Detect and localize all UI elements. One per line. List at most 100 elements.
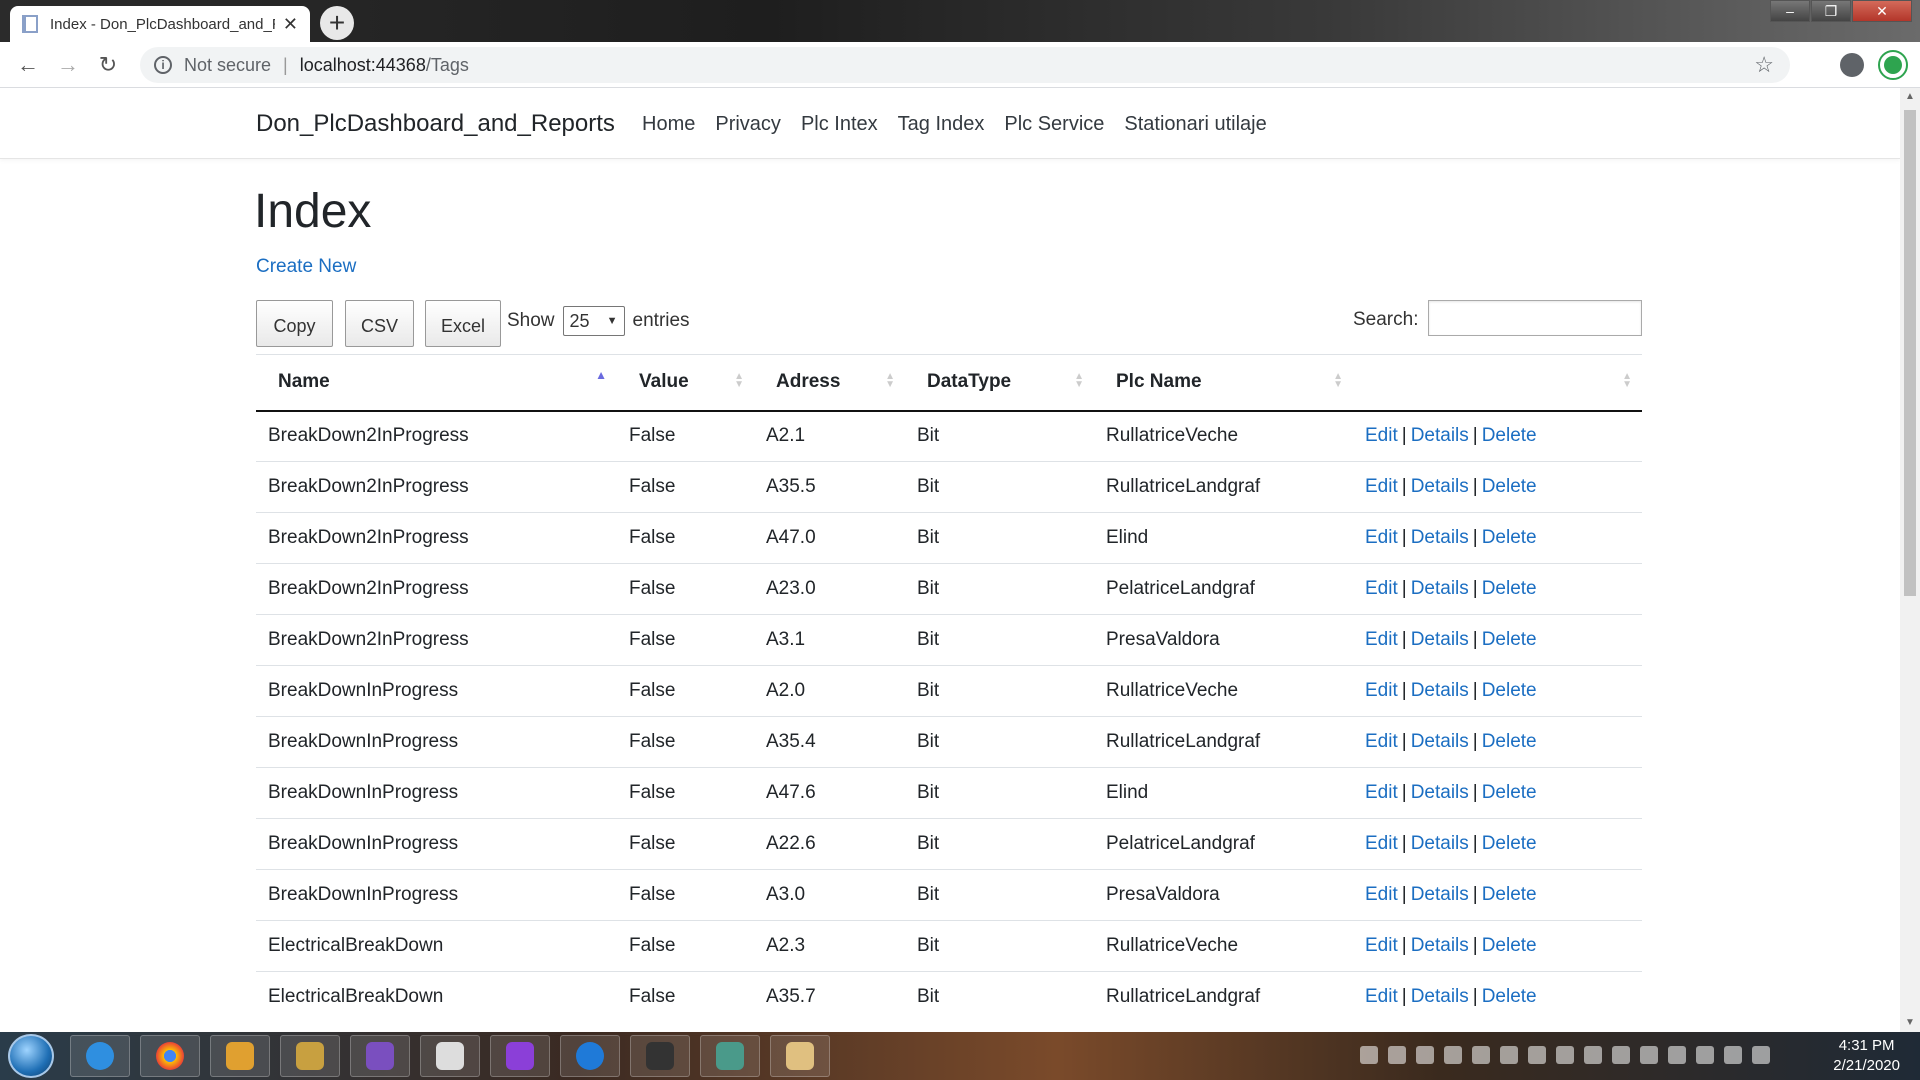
delete-link[interactable]: Delete	[1482, 680, 1537, 701]
scroll-down-icon[interactable]: ▼	[1900, 1014, 1920, 1032]
edit-link[interactable]: Edit	[1365, 680, 1398, 701]
copy-button[interactable]: Copy	[256, 300, 333, 347]
details-link[interactable]: Details	[1411, 476, 1469, 497]
edit-link[interactable]: Edit	[1365, 833, 1398, 854]
tray-icon[interactable]	[1668, 1046, 1686, 1064]
maximize-button[interactable]: ❐	[1811, 0, 1851, 22]
paint-icon[interactable]	[770, 1035, 830, 1077]
nav-link-privacy[interactable]: Privacy	[715, 113, 781, 136]
nav-link-tag-index[interactable]: Tag Index	[898, 113, 985, 136]
nav-link-stationari-utilaje[interactable]: Stationari utilaje	[1124, 113, 1266, 136]
excel-button[interactable]: Excel	[425, 300, 501, 347]
tray-icon[interactable]	[1500, 1046, 1518, 1064]
column-header-actions[interactable]: ▲ ▼	[1353, 354, 1642, 412]
nav-link-home[interactable]: Home	[642, 113, 695, 136]
edit-link[interactable]: Edit	[1365, 884, 1398, 905]
column-header-name[interactable]: Name ▲	[256, 354, 617, 412]
tray-icon[interactable]	[1724, 1046, 1742, 1064]
csv-button[interactable]: CSV	[345, 300, 414, 347]
start-button-icon[interactable]	[8, 1034, 54, 1078]
edit-link[interactable]: Edit	[1365, 986, 1398, 1007]
volume-muted-icon[interactable]	[1752, 1046, 1770, 1064]
extension-icon[interactable]	[1878, 50, 1908, 80]
details-link[interactable]: Details	[1411, 578, 1469, 599]
edit-link[interactable]: Edit	[1365, 731, 1398, 752]
tray-icon[interactable]	[1528, 1046, 1546, 1064]
page-size-select[interactable]: 25 ▼	[562, 306, 625, 336]
details-link[interactable]: Details	[1411, 986, 1469, 1007]
edit-link[interactable]: Edit	[1365, 629, 1398, 650]
column-header-datatype[interactable]: DataType ▲ ▼	[905, 354, 1094, 412]
details-link[interactable]: Details	[1411, 731, 1469, 752]
teamviewer-icon[interactable]	[560, 1035, 620, 1077]
tray-icon[interactable]	[1556, 1046, 1574, 1064]
delete-link[interactable]: Delete	[1482, 527, 1537, 548]
account-avatar-icon[interactable]	[1840, 53, 1864, 77]
details-link[interactable]: Details	[1411, 629, 1469, 650]
search-input[interactable]	[1428, 300, 1642, 336]
reload-icon[interactable]: ↻	[88, 52, 128, 78]
snipping-tool-icon[interactable]	[630, 1035, 690, 1077]
tray-icon[interactable]	[1584, 1046, 1602, 1064]
edit-link[interactable]: Edit	[1365, 782, 1398, 803]
details-link[interactable]: Details	[1411, 680, 1469, 701]
delete-link[interactable]: Delete	[1482, 935, 1537, 956]
tray-icon[interactable]	[1388, 1046, 1406, 1064]
tray-icon[interactable]	[1612, 1046, 1630, 1064]
forward-arrow-icon[interactable]: →	[48, 52, 88, 78]
tools-icon[interactable]	[280, 1035, 340, 1077]
column-header-adress[interactable]: Adress ▲ ▼	[754, 354, 905, 412]
tray-icon[interactable]	[1444, 1046, 1462, 1064]
tray-icon[interactable]	[1696, 1046, 1714, 1064]
window-app-icon[interactable]	[700, 1035, 760, 1077]
tray-icon[interactable]	[1416, 1046, 1434, 1064]
details-link[interactable]: Details	[1411, 425, 1469, 446]
back-arrow-icon[interactable]: ←	[8, 52, 48, 78]
edit-link[interactable]: Edit	[1365, 578, 1398, 599]
details-link[interactable]: Details	[1411, 527, 1469, 548]
delete-link[interactable]: Delete	[1482, 986, 1537, 1007]
delete-link[interactable]: Delete	[1482, 731, 1537, 752]
details-link[interactable]: Details	[1411, 833, 1469, 854]
site-brand[interactable]: Don_PlcDashboard_and_Reports	[256, 110, 615, 138]
address-bar[interactable]: i Not secure | localhost:44368/Tags ☆	[140, 47, 1790, 83]
minimize-button[interactable]: –	[1770, 0, 1810, 22]
nav-link-plc-service[interactable]: Plc Service	[1004, 113, 1104, 136]
nav-link-plc-intex[interactable]: Plc Intex	[801, 113, 878, 136]
system-clock[interactable]: 4:31 PM 2/21/2020	[1833, 1036, 1900, 1076]
edit-link[interactable]: Edit	[1365, 527, 1398, 548]
delete-link[interactable]: Delete	[1482, 629, 1537, 650]
column-header-value[interactable]: Value ▲ ▼	[617, 354, 754, 412]
close-tab-icon[interactable]: ✕	[283, 14, 298, 35]
edit-link[interactable]: Edit	[1365, 935, 1398, 956]
delete-link[interactable]: Delete	[1482, 884, 1537, 905]
window-close-button[interactable]: ✕	[1852, 0, 1912, 22]
details-link[interactable]: Details	[1411, 884, 1469, 905]
scrollbar-thumb[interactable]	[1904, 110, 1916, 596]
delete-link[interactable]: Delete	[1482, 476, 1537, 497]
visual-studio-code-icon[interactable]	[350, 1035, 410, 1077]
tray-icon[interactable]	[1640, 1046, 1658, 1064]
chrome-icon[interactable]	[140, 1035, 200, 1077]
app-launcher-icon[interactable]	[210, 1035, 270, 1077]
edit-link[interactable]: Edit	[1365, 476, 1398, 497]
column-header-plc-name[interactable]: Plc Name ▲ ▼	[1094, 354, 1353, 412]
new-tab-button[interactable]: +	[320, 6, 354, 40]
delete-link[interactable]: Delete	[1482, 425, 1537, 446]
visual-studio-icon[interactable]	[490, 1035, 550, 1077]
browser-tab[interactable]: Index - Don_PlcDashboard_and_R ✕	[10, 6, 310, 42]
create-new-link[interactable]: Create New	[256, 256, 356, 278]
delete-link[interactable]: Delete	[1482, 782, 1537, 803]
scroll-up-icon[interactable]: ▲	[1900, 88, 1920, 106]
details-link[interactable]: Details	[1411, 935, 1469, 956]
info-icon[interactable]: i	[154, 56, 172, 74]
edit-link[interactable]: Edit	[1365, 425, 1398, 446]
internet-explorer-icon[interactable]	[70, 1035, 130, 1077]
details-link[interactable]: Details	[1411, 782, 1469, 803]
bookmark-star-icon[interactable]: ☆	[1754, 52, 1774, 78]
calculator-icon[interactable]	[420, 1035, 480, 1077]
page-scrollbar[interactable]: ▲ ▼	[1900, 88, 1920, 1032]
delete-link[interactable]: Delete	[1482, 833, 1537, 854]
tray-icon[interactable]	[1360, 1046, 1378, 1064]
delete-link[interactable]: Delete	[1482, 578, 1537, 599]
